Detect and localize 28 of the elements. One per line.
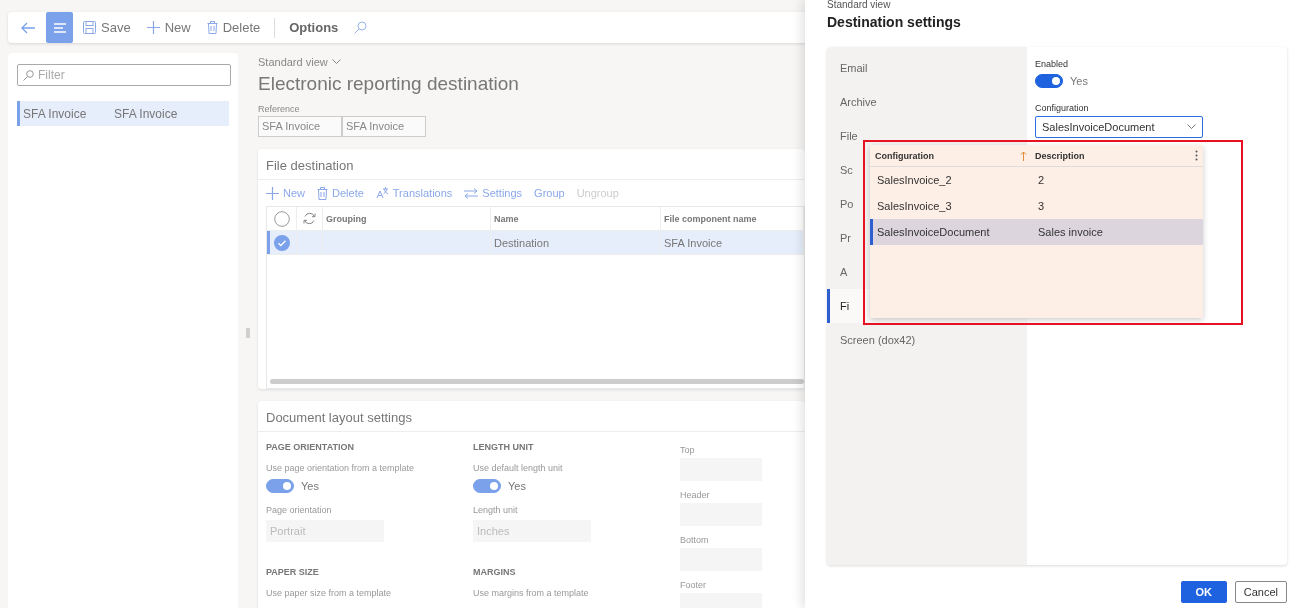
- list-cell-text: SFA Invoice: [113, 106, 179, 121]
- table-cell: Destination: [491, 231, 661, 254]
- card-title: Document layout settings: [258, 401, 805, 432]
- list-cell-text: SFA Invoice: [22, 106, 88, 121]
- table-cell: SFA Invoice: [661, 231, 804, 254]
- toggle-label: Use page orientation from a template: [266, 463, 416, 473]
- toggle-label: Use margins from a template: [473, 588, 590, 598]
- toggle-text: Yes: [301, 480, 319, 492]
- section-heading: MARGINS: [473, 567, 517, 577]
- field-label: Bottom: [680, 535, 710, 545]
- field-label: Page orientation: [266, 505, 333, 515]
- field-label: Enabled: [1035, 59, 1070, 69]
- field-label: Footer: [680, 580, 707, 590]
- field-label: Top: [680, 445, 696, 455]
- field-label: Reference: [258, 104, 301, 114]
- card-title: File destination: [258, 149, 805, 180]
- section-heading: LENGTH UNIT: [473, 442, 535, 452]
- field-label: Length unit: [473, 505, 519, 515]
- toggle-text: Yes: [1070, 75, 1088, 87]
- section-heading: PAGE ORIENTATION: [266, 442, 355, 452]
- toggle-label: Use paper size from a template: [266, 588, 393, 598]
- toggle-text: Yes: [508, 480, 526, 492]
- section-heading: PAPER SIZE: [266, 567, 320, 577]
- panel-title: Destination settings: [827, 14, 962, 30]
- toggle-label: Use default length unit: [473, 463, 564, 473]
- field-label: Header: [680, 490, 711, 500]
- field-label: Configuration: [1035, 103, 1090, 113]
- page-title: Electronic reporting destination: [258, 73, 520, 95]
